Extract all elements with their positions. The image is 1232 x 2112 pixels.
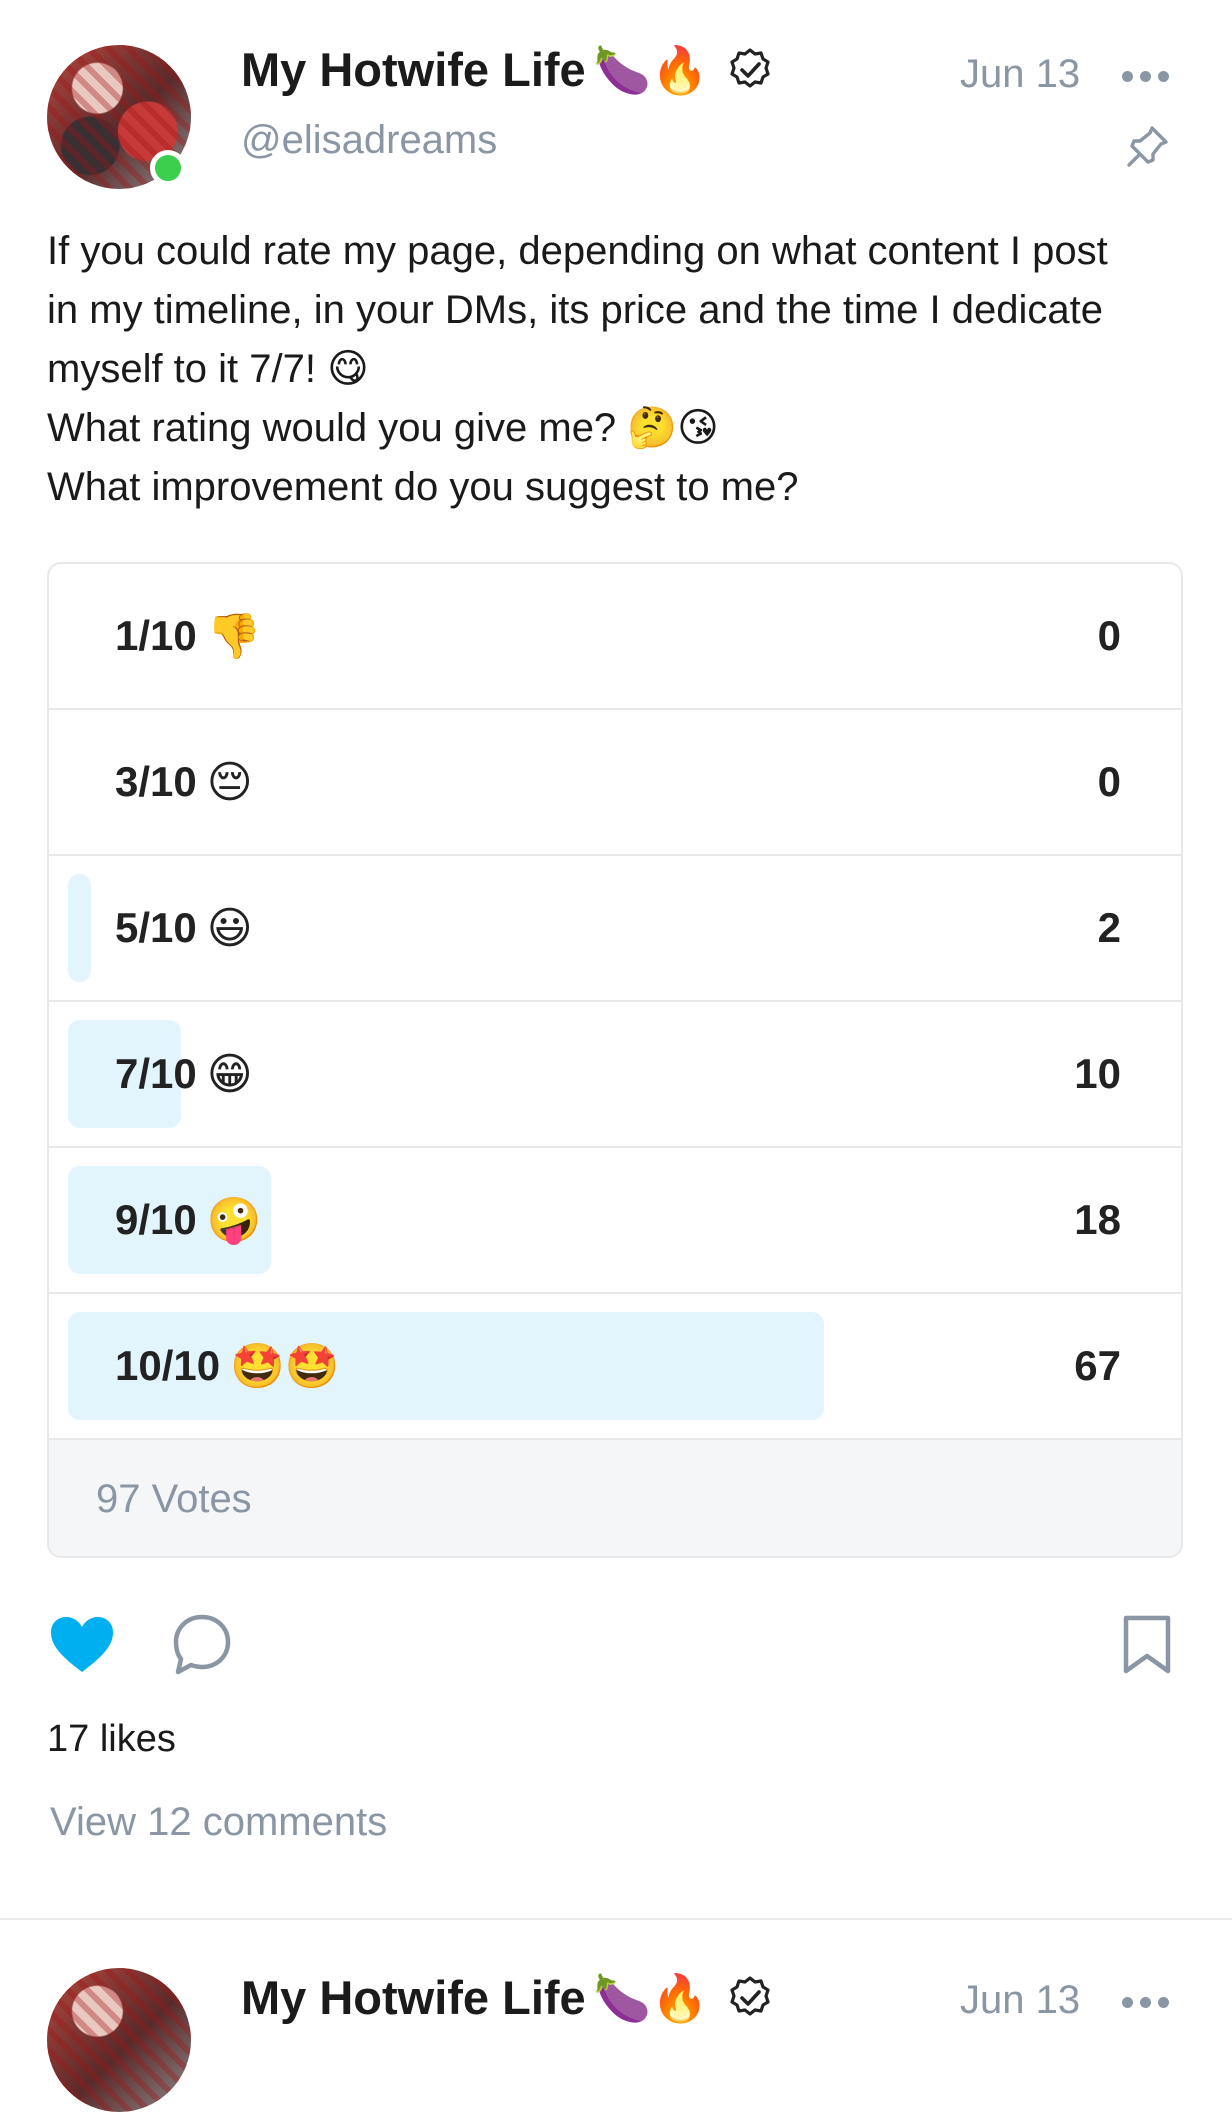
poll-option-count: 0 — [1097, 758, 1121, 805]
poll-option-label: 9/10 — [115, 1196, 197, 1243]
author-emojis: 🍆🔥 — [593, 43, 709, 96]
post-text: If you could rate my page, depending on … — [47, 222, 1187, 517]
poll-option[interactable]: 10/10 🤩🤩 67 — [49, 1294, 1181, 1440]
poll-option-count: 2 — [1097, 904, 1121, 951]
author-name[interactable]: My Hotwife Life — [241, 42, 586, 97]
author-row: My Hotwife Life 🍆🔥 — [241, 42, 774, 97]
poll-option-label: 7/10 — [115, 1050, 197, 1097]
view-comments-link[interactable]: View 12 comments — [50, 1800, 387, 1845]
poll-option-count: 67 — [1074, 1342, 1121, 1389]
poll-option-count: 10 — [1074, 1050, 1121, 1097]
pin-icon[interactable] — [1122, 122, 1172, 172]
poll-option[interactable]: 1/10 👎 0 — [49, 564, 1181, 710]
poll-option-count: 18 — [1074, 1196, 1121, 1243]
poll-option-label: 5/10 — [115, 904, 197, 951]
post-date: Jun 13 — [960, 1978, 1081, 2022]
post-text-line: If you could rate my page, depending on … — [47, 229, 1108, 273]
poll-option[interactable]: 3/10 😔 0 — [49, 710, 1181, 856]
poll-option-label: 10/10 — [115, 1342, 221, 1389]
poll-option-emoji: 👎 — [206, 612, 262, 661]
online-status-indicator — [150, 150, 186, 186]
poll-option[interactable]: 5/10 😃 2 — [49, 856, 1181, 1002]
verified-badge-icon — [730, 1975, 770, 2016]
poll-total-votes: 97 Votes — [49, 1440, 1181, 1556]
poll-option-emoji: 😁 — [206, 1049, 253, 1099]
post-text-line: What rating would you give me? 🤔😘 — [47, 406, 719, 450]
poll-option-label: 3/10 — [115, 758, 197, 805]
post-divider — [0, 1918, 1232, 1920]
post-actions — [0, 1600, 1232, 1690]
author-row: My Hotwife Life 🍆🔥 — [241, 1970, 774, 2025]
poll-option-bar — [68, 874, 91, 982]
bookmark-icon[interactable] — [1120, 1614, 1174, 1676]
poll-option-emoji: 😔 — [206, 757, 253, 807]
post-date: Jun 13 — [960, 52, 1081, 96]
more-dots-icon[interactable] — [1122, 58, 1172, 94]
poll-option-emoji: 🤪 — [206, 1196, 262, 1245]
author-handle[interactable]: @elisadreams — [241, 118, 497, 163]
avatar[interactable] — [47, 1968, 191, 2112]
poll-option[interactable]: 7/10 😁 10 — [49, 1002, 1181, 1148]
poll-option-count: 0 — [1097, 612, 1121, 659]
post-text-line: in my timeline, in your DMs, its price a… — [47, 288, 1103, 332]
heart-icon[interactable] — [48, 1614, 116, 1676]
poll-option-label: 1/10 — [115, 612, 197, 659]
poll-option-emoji: 🤩🤩 — [230, 1342, 340, 1391]
more-dots-icon[interactable] — [1122, 1984, 1172, 2020]
poll-option[interactable]: 9/10 🤪 18 — [49, 1148, 1181, 1294]
likes-count[interactable]: 17 likes — [47, 1718, 176, 1761]
verified-badge-icon — [730, 47, 770, 88]
author-name[interactable]: My Hotwife Life — [241, 1970, 586, 2025]
poll-option-emoji: 😃 — [206, 903, 253, 953]
poll: 1/10 👎 0 3/10 😔 0 5/10 😃 2 7/10 😁 10 9/1… — [47, 562, 1183, 1558]
author-emojis: 🍆🔥 — [593, 1971, 709, 2024]
post-text-line: What improvement do you suggest to me? — [47, 465, 799, 509]
comment-bubble-icon[interactable] — [170, 1612, 234, 1678]
post-text-line: myself to it 7/7! 😋 — [47, 347, 369, 391]
